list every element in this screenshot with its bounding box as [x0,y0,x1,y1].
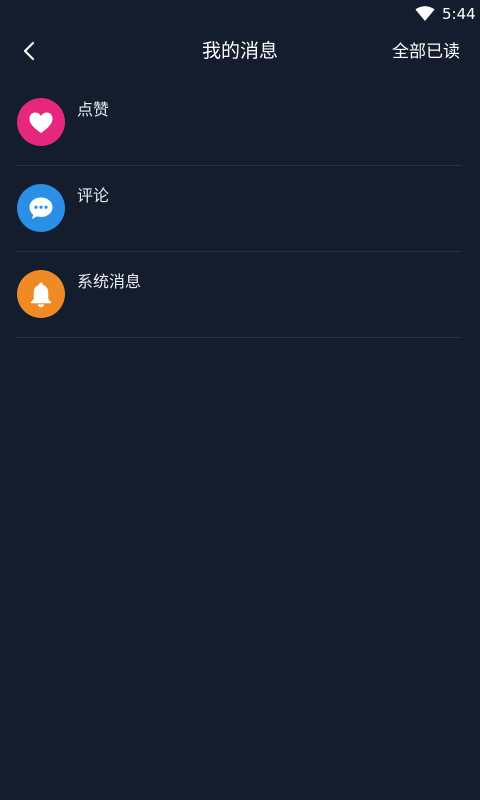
messages-screen: 5:44 我的消息 全部已读 点赞 评论 系统消息 [0,0,480,800]
header-bar: 我的消息 全部已读 [0,28,480,76]
mark-all-read-button[interactable]: 全部已读 [392,40,460,64]
likes-icon-circle [17,98,65,146]
list-item-label: 系统消息 [77,272,142,291]
status-time: 5:44 [442,5,476,23]
list-item-label: 评论 [77,186,110,205]
list-item-likes[interactable]: 点赞 [16,80,462,166]
list-item-label: 点赞 [77,100,110,119]
wifi-icon [415,6,435,22]
message-category-list: 点赞 评论 系统消息 [0,80,480,338]
heart-icon [29,112,53,133]
list-item-comments[interactable]: 评论 [16,166,462,252]
comments-icon-circle [17,184,65,232]
status-bar: 5:44 [0,0,480,28]
list-item-system-messages[interactable]: 系统消息 [16,252,462,338]
bell-icon [31,282,51,308]
system-messages-icon-circle [17,270,65,318]
chat-bubble-icon [29,197,53,219]
